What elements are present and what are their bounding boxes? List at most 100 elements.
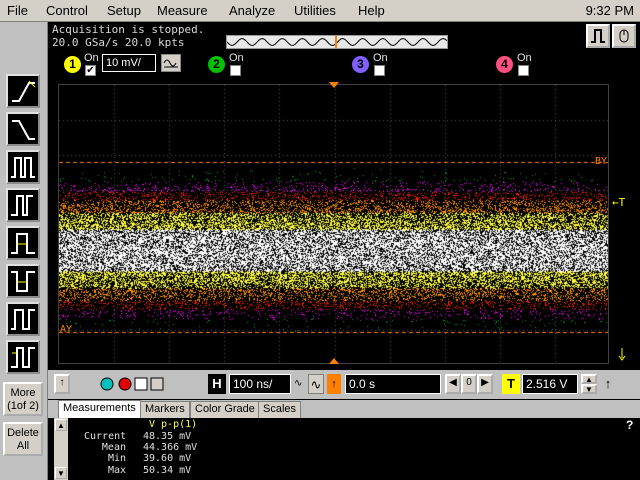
measurement-current-label: Current	[84, 431, 127, 442]
measurement-mean-value: 44.366 mV	[143, 442, 198, 453]
menu-analyze[interactable]: Analyze	[229, 3, 275, 18]
ground-marker-icon	[618, 348, 626, 361]
overview-wave-icon	[226, 36, 448, 48]
frequency-button[interactable]	[6, 188, 40, 222]
measurement-current-value: 48.35 mV	[143, 431, 192, 442]
channel-4-checkbox[interactable]	[518, 65, 529, 76]
help-area: ?	[622, 418, 640, 480]
clock: 9:32 PM	[585, 3, 634, 18]
channel-3-on-label: On	[373, 52, 388, 64]
measurement-max-value: 50.34 mV	[143, 465, 192, 476]
channel-1-on-label: On	[84, 52, 99, 64]
channel-1-coupling-button[interactable]	[161, 54, 181, 72]
fall-time-button[interactable]	[6, 112, 40, 146]
channel-1-badge[interactable]: 1	[64, 56, 81, 73]
delay-reference-icon[interactable]: ↑	[327, 374, 341, 394]
measurement-name: V p-p(1)	[149, 419, 198, 430]
fine-adjust-icon[interactable]: ∿	[294, 374, 306, 394]
menu-measure[interactable]: Measure	[157, 3, 208, 18]
positive-width-button[interactable]	[6, 226, 40, 260]
measurements-scrollbar[interactable]: ▲ ▼	[54, 418, 68, 480]
duty-cycle-button[interactable]	[6, 302, 40, 336]
scroll-down-icon[interactable]: ▼	[55, 467, 67, 479]
channel-1-scale-field[interactable]: 10 mV/	[102, 54, 156, 72]
delay-left-button[interactable]: ◀	[445, 374, 461, 394]
single-run-button[interactable]	[586, 24, 610, 48]
menu-setup[interactable]: Setup	[107, 3, 141, 18]
trigger-up-button[interactable]: ▲	[581, 374, 597, 384]
trigger-letter: T	[502, 374, 520, 394]
single-shot-icon	[591, 29, 605, 43]
measurement-min-value: 39.60 mV	[143, 453, 192, 464]
measurement-toolbar: More (1of 2) Delete All	[0, 22, 48, 480]
channel-3-badge[interactable]: 3	[352, 56, 369, 73]
rise-time-icon	[12, 80, 36, 102]
timebase-field[interactable]: 100 ns/	[229, 374, 291, 394]
trigger-down-button[interactable]: ▼	[581, 384, 597, 394]
measurement-max-label: Max	[107, 465, 126, 476]
frequency-icon	[11, 195, 33, 216]
trigger-position-top-icon	[329, 82, 339, 88]
status-bar: Acquisition is stopped. 20.0 GSa/s 20.0 …	[48, 22, 640, 50]
color-grade-waveform	[59, 85, 608, 363]
rise-time-button[interactable]	[6, 74, 40, 108]
scroll-left-button[interactable]: ↑	[54, 374, 70, 394]
channel-2-checkbox[interactable]	[230, 65, 241, 76]
sample-rate: 20.0 GSa/s 20.0 kpts	[52, 36, 185, 49]
channel-bar: 1 On ✔ 10 mV/ 2 On 3 On 4 On	[48, 50, 640, 80]
delay-zero-button[interactable]: 0	[461, 374, 477, 394]
run-controls	[586, 24, 636, 48]
control-bar: ↑ H 100 ns/ ∿ ∿ ↑ 0.0 s ◀ 0 ▶ T 2.516 V …	[48, 370, 640, 399]
mouse-mode-button[interactable]	[612, 24, 636, 48]
period-icon	[11, 157, 35, 178]
channel-4-on-label: On	[517, 52, 532, 64]
trigger-slope-icon[interactable]: ↑	[600, 374, 616, 394]
pulse-count-icon	[11, 347, 35, 368]
channel-3-checkbox[interactable]	[374, 65, 385, 76]
scroll-up-icon[interactable]: ▲	[55, 419, 67, 431]
delete-all-button[interactable]: Delete All	[3, 422, 43, 456]
tab-scales[interactable]: Scales	[258, 401, 302, 418]
negative-width-button[interactable]	[6, 264, 40, 298]
horizontal-letter: H	[208, 374, 226, 394]
positive-width-icon	[11, 233, 35, 254]
trigger-position-bottom-icon	[329, 358, 339, 364]
tab-measurements[interactable]: Measurements	[58, 400, 141, 418]
delay-right-button[interactable]: ▶	[477, 374, 493, 394]
channel-2-on-label: On	[229, 52, 244, 64]
mouse-icon	[619, 29, 629, 43]
menu-control[interactable]: Control	[46, 3, 88, 18]
trigger-level-marker[interactable]: ←T	[612, 196, 625, 209]
tab-bar: Measurements Markers Color Grade Scales	[48, 400, 640, 418]
delay-field[interactable]: 0.0 s	[345, 374, 441, 394]
palette-icons	[100, 377, 164, 391]
duty-cycle-icon	[11, 309, 35, 330]
channel-1-checkbox[interactable]: ✔	[85, 65, 96, 76]
tab-markers[interactable]: Markers	[140, 401, 190, 418]
pulse-count-button[interactable]	[6, 340, 40, 374]
fall-time-icon	[12, 120, 35, 140]
menu-help[interactable]: Help	[358, 3, 385, 18]
trigger-level-field[interactable]: 2.516 V	[522, 374, 578, 394]
acquisition-status: Acquisition is stopped.	[52, 23, 205, 36]
measurement-mean-label: Mean	[101, 442, 126, 453]
waveform-graticule[interactable]	[58, 84, 609, 364]
menu-utilities[interactable]: Utilities	[294, 3, 336, 18]
ac-coupling-icon	[163, 59, 178, 68]
negative-width-icon	[11, 271, 35, 292]
help-icon[interactable]: ?	[626, 418, 633, 432]
measurement-min-label: Min	[107, 453, 126, 464]
channel-4-badge[interactable]: 4	[496, 56, 513, 73]
waveform-overview[interactable]	[226, 35, 448, 49]
period-button[interactable]	[6, 150, 40, 184]
delay-wave-icon[interactable]: ∿	[308, 374, 324, 394]
menu-file[interactable]: File	[7, 3, 28, 18]
marker-ay-label: AY	[60, 324, 73, 335]
channel-2-badge[interactable]: 2	[208, 56, 225, 73]
color-palette	[98, 374, 168, 394]
measurements-panel	[54, 418, 622, 480]
marker-by-label: BY	[595, 156, 608, 167]
more-button[interactable]: More (1of 2)	[3, 382, 43, 416]
tab-color-grade[interactable]: Color Grade	[190, 401, 260, 418]
menu-bar: File Control Setup Measure Analyze Utili…	[0, 0, 640, 22]
